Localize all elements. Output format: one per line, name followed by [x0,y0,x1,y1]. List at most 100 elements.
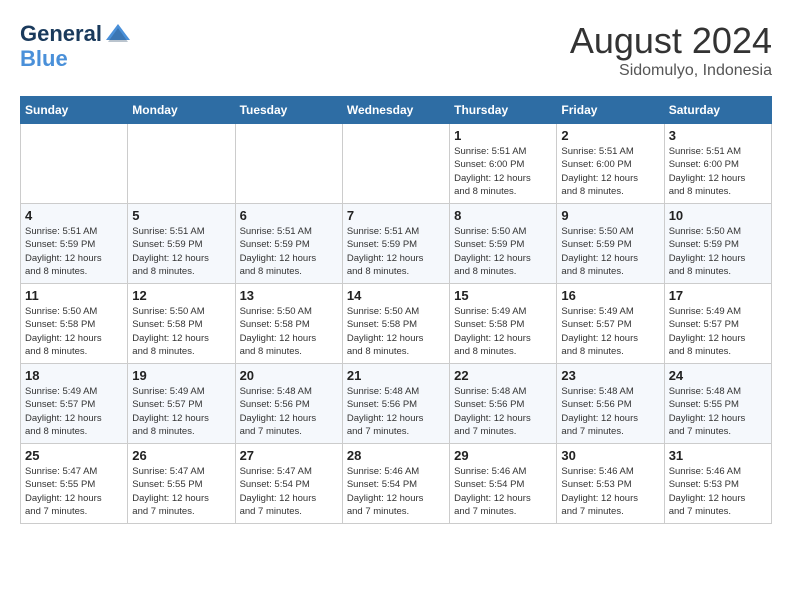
weekday-header-friday: Friday [557,97,664,124]
day-number: 9 [561,208,659,223]
calendar-cell: 25 Sunrise: 5:47 AMSunset: 5:55 PMDayligh… [21,444,128,524]
calendar-cell: 16 Sunrise: 5:49 AMSunset: 5:57 PMDayligh… [557,284,664,364]
calendar-cell: 14 Sunrise: 5:50 AMSunset: 5:58 PMDayligh… [342,284,449,364]
day-number: 4 [25,208,123,223]
day-number: 22 [454,368,552,383]
day-info: Sunrise: 5:49 AMSunset: 5:57 PMDaylight:… [669,305,767,358]
day-info: Sunrise: 5:51 AMSunset: 6:00 PMDaylight:… [669,145,767,198]
calendar-cell: 30Sunrise: 5:46 AMSunset: 5:53 PMDayligh… [557,444,664,524]
week-row-3: 11 Sunrise: 5:50 AMSunset: 5:58 PMDayligh… [21,284,772,364]
day-number: 5 [132,208,230,223]
day-info: Sunrise: 5:51 AMSunset: 5:59 PMDaylight:… [347,225,445,278]
day-info: Sunrise: 5:47 AMSunset: 5:54 PMDaylight:… [240,465,338,518]
calendar-cell: 29 Sunrise: 5:46 AMSunset: 5:54 PMDayligh… [450,444,557,524]
day-number: 7 [347,208,445,223]
calendar-cell: 6 Sunrise: 5:51 AMSunset: 5:59 PMDaylight… [235,204,342,284]
day-info: Sunrise: 5:48 AMSunset: 5:56 PMDaylight:… [561,385,659,438]
calendar-cell [342,124,449,204]
calendar-cell: 9 Sunrise: 5:50 AMSunset: 5:59 PMDaylight… [557,204,664,284]
calendar-cell: 2Sunrise: 5:51 AMSunset: 6:00 PMDaylight… [557,124,664,204]
calendar-cell: 23 Sunrise: 5:48 AMSunset: 5:56 PMDayligh… [557,364,664,444]
calendar-cell: 10Sunrise: 5:50 AMSunset: 5:59 PMDayligh… [664,204,771,284]
day-number: 3 [669,128,767,143]
day-info: Sunrise: 5:50 AMSunset: 5:58 PMDaylight:… [240,305,338,358]
day-number: 24 [669,368,767,383]
day-info: Sunrise: 5:48 AMSunset: 5:55 PMDaylight:… [669,385,767,438]
day-info: Sunrise: 5:50 AMSunset: 5:58 PMDaylight:… [25,305,123,358]
day-number: 25 [25,448,123,463]
calendar-cell: 5Sunrise: 5:51 AMSunset: 5:59 PMDaylight… [128,204,235,284]
day-number: 18 [25,368,123,383]
day-number: 8 [454,208,552,223]
week-row-5: 25 Sunrise: 5:47 AMSunset: 5:55 PMDayligh… [21,444,772,524]
day-number: 15 [454,288,552,303]
calendar-cell: 8 Sunrise: 5:50 AMSunset: 5:59 PMDaylight… [450,204,557,284]
calendar-cell [235,124,342,204]
logo-icon [104,20,132,48]
day-info: Sunrise: 5:49 AMSunset: 5:57 PMDaylight:… [132,385,230,438]
day-info: Sunrise: 5:51 AMSunset: 5:59 PMDaylight:… [240,225,338,278]
calendar-cell: 11 Sunrise: 5:50 AMSunset: 5:58 PMDayligh… [21,284,128,364]
calendar-cell: 31 Sunrise: 5:46 AMSunset: 5:53 PMDayligh… [664,444,771,524]
day-number: 21 [347,368,445,383]
calendar-cell: 1 Sunrise: 5:51 AMSunset: 6:00 PMDaylight… [450,124,557,204]
day-number: 20 [240,368,338,383]
calendar-cell: 21 Sunrise: 5:48 AMSunset: 5:56 PMDayligh… [342,364,449,444]
week-row-2: 4 Sunrise: 5:51 AMSunset: 5:59 PMDaylight… [21,204,772,284]
day-number: 29 [454,448,552,463]
day-info: Sunrise: 5:46 AMSunset: 5:54 PMDaylight:… [454,465,552,518]
day-info: Sunrise: 5:50 AMSunset: 5:58 PMDaylight:… [347,305,445,358]
calendar-cell: 3 Sunrise: 5:51 AMSunset: 6:00 PMDaylight… [664,124,771,204]
page-header: General Blue August 2024 Sidomulyo, Indo… [20,20,772,80]
day-number: 17 [669,288,767,303]
day-info: Sunrise: 5:47 AMSunset: 5:55 PMDaylight:… [132,465,230,518]
calendar-cell [128,124,235,204]
week-row-1: 1 Sunrise: 5:51 AMSunset: 6:00 PMDaylight… [21,124,772,204]
day-info: Sunrise: 5:46 AMSunset: 5:53 PMDaylight:… [669,465,767,518]
calendar-cell: 13Sunrise: 5:50 AMSunset: 5:58 PMDayligh… [235,284,342,364]
day-number: 1 [454,128,552,143]
calendar-cell: 20 Sunrise: 5:48 AMSunset: 5:56 PMDayligh… [235,364,342,444]
calendar-table: SundayMondayTuesdayWednesdayThursdayFrid… [20,96,772,524]
weekday-header-wednesday: Wednesday [342,97,449,124]
calendar-cell: 22 Sunrise: 5:48 AMSunset: 5:56 PMDayligh… [450,364,557,444]
day-info: Sunrise: 5:46 AMSunset: 5:54 PMDaylight:… [347,465,445,518]
logo: General Blue [20,20,132,71]
day-info: Sunrise: 5:48 AMSunset: 5:56 PMDaylight:… [454,385,552,438]
weekday-header-sunday: Sunday [21,97,128,124]
weekday-header-row: SundayMondayTuesdayWednesdayThursdayFrid… [21,97,772,124]
day-number: 23 [561,368,659,383]
weekday-header-thursday: Thursday [450,97,557,124]
day-number: 16 [561,288,659,303]
day-info: Sunrise: 5:50 AMSunset: 5:59 PMDaylight:… [669,225,767,278]
calendar-cell: 27 Sunrise: 5:47 AMSunset: 5:54 PMDayligh… [235,444,342,524]
calendar-cell: 17 Sunrise: 5:49 AMSunset: 5:57 PMDayligh… [664,284,771,364]
day-number: 2 [561,128,659,143]
day-info: Sunrise: 5:48 AMSunset: 5:56 PMDaylight:… [347,385,445,438]
day-number: 14 [347,288,445,303]
calendar-cell: 18Sunrise: 5:49 AMSunset: 5:57 PMDayligh… [21,364,128,444]
day-info: Sunrise: 5:48 AMSunset: 5:56 PMDaylight:… [240,385,338,438]
day-number: 27 [240,448,338,463]
calendar-cell [21,124,128,204]
day-info: Sunrise: 5:49 AMSunset: 5:57 PMDaylight:… [561,305,659,358]
weekday-header-tuesday: Tuesday [235,97,342,124]
calendar-cell: 12Sunrise: 5:50 AMSunset: 5:58 PMDayligh… [128,284,235,364]
week-row-4: 18 Sunrise: 5:49 AMSunset: 5:57 PMDayligh… [21,364,772,444]
day-info: Sunrise: 5:50 AMSunset: 5:59 PMDaylight:… [454,225,552,278]
day-info: Sunrise: 5:49 AMSunset: 5:58 PMDaylight:… [454,305,552,358]
day-number: 11 [25,288,123,303]
day-number: 30 [561,448,659,463]
weekday-header-monday: Monday [128,97,235,124]
day-info: Sunrise: 5:50 AMSunset: 5:59 PMDaylight:… [561,225,659,278]
calendar-cell: 26Sunrise: 5:47 AMSunset: 5:55 PMDayligh… [128,444,235,524]
logo-text-blue: Blue [20,46,68,71]
day-number: 19 [132,368,230,383]
day-number: 6 [240,208,338,223]
day-number: 28 [347,448,445,463]
day-number: 31 [669,448,767,463]
day-info: Sunrise: 5:51 AMSunset: 6:00 PMDaylight:… [454,145,552,198]
calendar-cell: 24 Sunrise: 5:48 AMSunset: 5:55 PMDayligh… [664,364,771,444]
day-info: Sunrise: 5:47 AMSunset: 5:55 PMDaylight:… [25,465,123,518]
location-subtitle: Sidomulyo, Indonesia [570,62,772,80]
